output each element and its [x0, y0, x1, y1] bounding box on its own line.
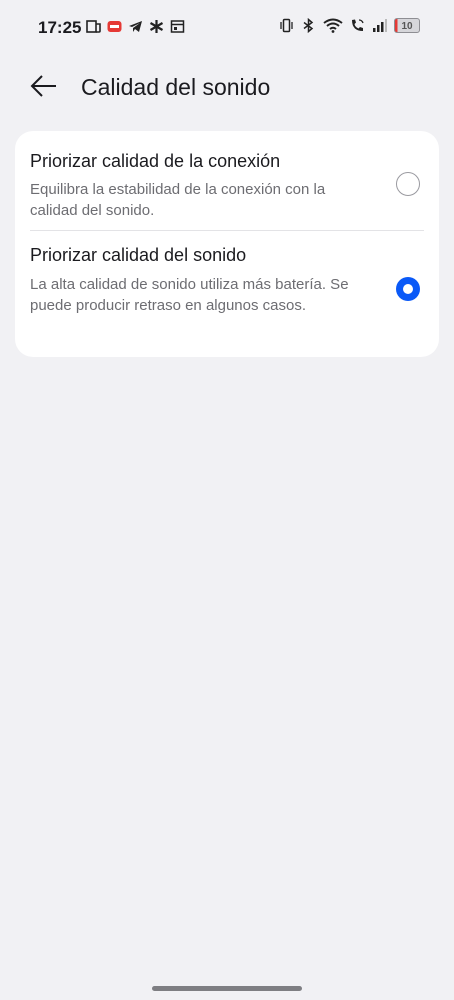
option-title: Priorizar calidad del sonido [30, 245, 247, 265]
option-description: La alta calidad de sonido utiliza más ba… [30, 276, 349, 314]
option-prioritize-connection[interactable]: Priorizar calidad de la conexión Equilib… [15, 131, 439, 231]
status-bar: 17:25 10 [0, 0, 454, 58]
option-title: Priorizar calidad de la conexión [30, 151, 281, 171]
notification-icons [86, 19, 185, 34]
news-icon [86, 19, 101, 34]
status-time: 17:25 [38, 18, 82, 37]
bluetooth-icon [301, 18, 316, 33]
vibrate-icon [279, 18, 294, 33]
telegram-icon [128, 19, 143, 34]
wifi-call-icon [350, 18, 365, 33]
sound-quality-options-card: Priorizar calidad de la conexión Equilib… [15, 131, 439, 357]
radio-button-selected[interactable] [396, 277, 420, 301]
battery-icon: 10 [394, 18, 420, 33]
gear-flower-icon [149, 19, 164, 34]
page-title: Calidad del sonido [81, 74, 271, 100]
calendar-icon [170, 19, 185, 34]
option-description: Equilibra la estabilidad de la conexión … [30, 181, 326, 219]
header: Calidad del sonido [0, 62, 454, 114]
app-red-badge-icon [107, 19, 122, 34]
option-prioritize-sound[interactable]: Priorizar calidad del sonido La alta cal… [15, 231, 439, 357]
battery-level: 10 [401, 21, 413, 32]
home-indicator[interactable] [152, 986, 302, 991]
signal-icon [372, 18, 387, 33]
system-icons: 10 [279, 18, 420, 33]
wifi-icon [323, 18, 343, 33]
arrow-left-icon [30, 74, 58, 103]
radio-button-unselected[interactable] [396, 172, 420, 196]
back-button[interactable] [26, 72, 62, 104]
